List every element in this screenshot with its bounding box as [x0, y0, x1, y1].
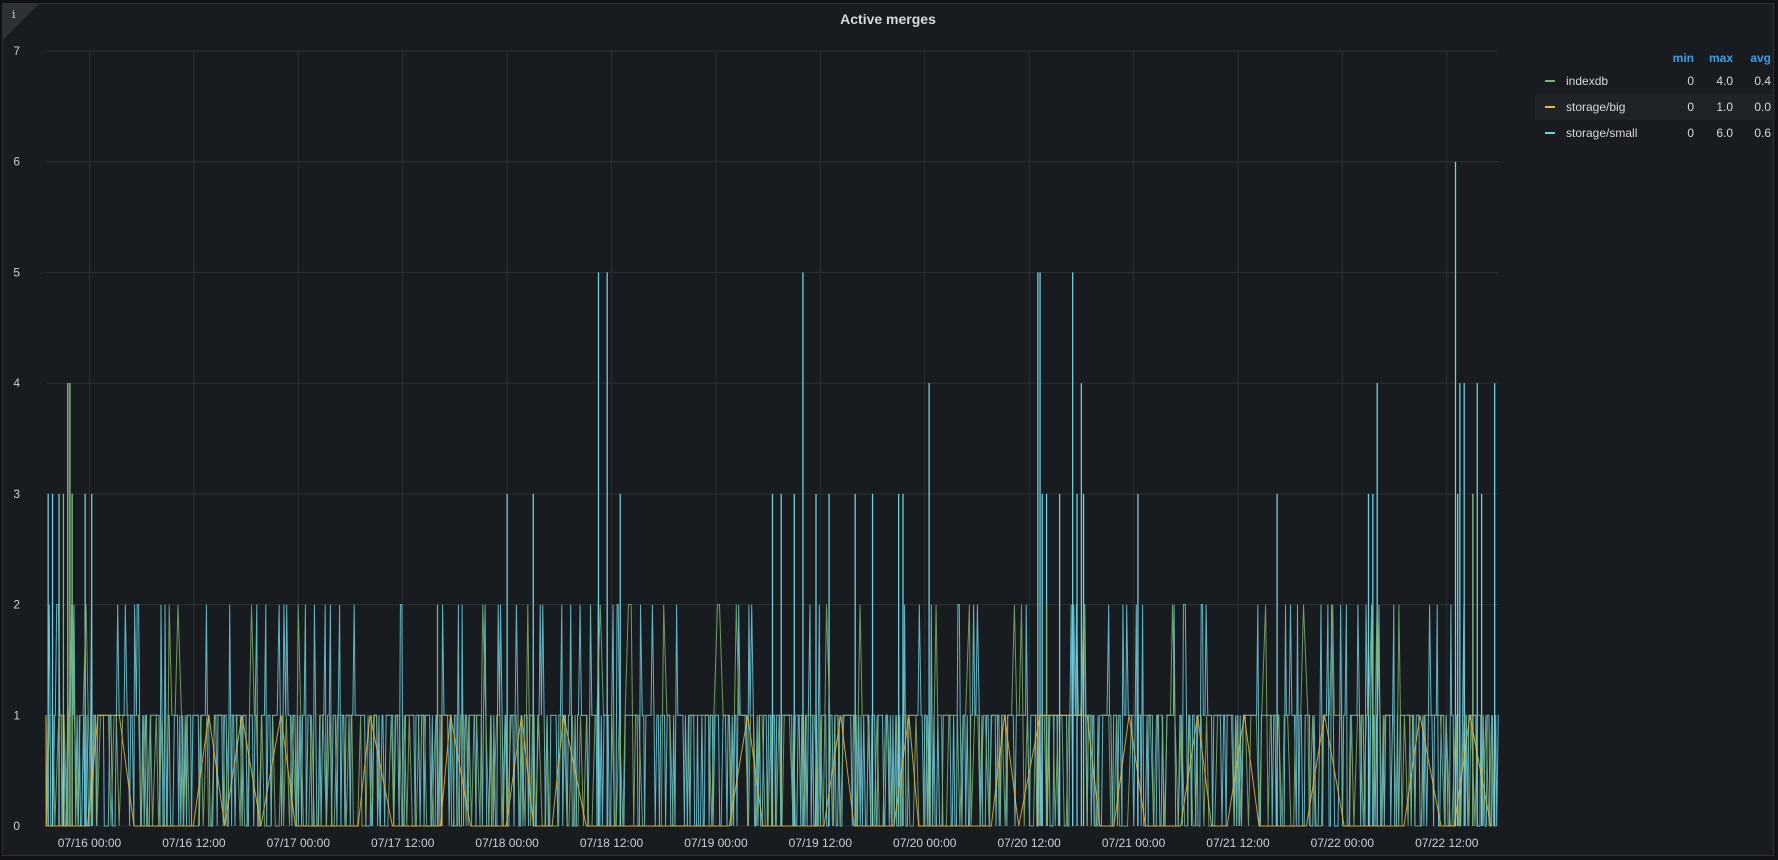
legend-table: min max avg indexdb 0 4.0 0.4 storage/bi… [1535, 48, 1775, 146]
legend-item-storage-big[interactable]: storage/big 0 1.0 0.0 [1535, 94, 1775, 120]
legend-max-value: 6.0 [1716, 126, 1733, 140]
y-tick-label: 7 [13, 44, 20, 58]
legend-header-avg[interactable]: avg [1731, 51, 1771, 65]
x-tick-label: 07/17 12:00 [371, 836, 435, 850]
legend-avg-value: 0.4 [1754, 74, 1771, 88]
y-tick-label: 1 [13, 708, 20, 722]
x-tick-label: 07/19 00:00 [684, 836, 748, 850]
legend-avg-value: 0.6 [1754, 126, 1771, 140]
x-tick-label: 07/22 12:00 [1415, 836, 1479, 850]
legend-swatch-storage-small[interactable] [1545, 132, 1555, 134]
x-axis: 07/16 00:00 07/16 12:00 07/17 00:00 07/17 1… [58, 836, 1479, 850]
x-tick-label: 07/16 12:00 [162, 836, 226, 850]
x-tick-label: 07/19 12:00 [789, 836, 853, 850]
legend-series-name[interactable]: storage/small [1566, 126, 1637, 140]
legend-max-value: 4.0 [1716, 74, 1733, 88]
legend-item-storage-small[interactable]: storage/small 0 6.0 0.6 [1535, 120, 1775, 146]
x-tick-label: 07/22 00:00 [1311, 836, 1375, 850]
y-tick-label: 6 [13, 155, 20, 169]
legend-header-min[interactable]: min [1654, 51, 1694, 65]
legend-header: min max avg [1535, 48, 1775, 68]
legend-min-value: 0 [1687, 100, 1694, 114]
x-tick-label: 07/20 12:00 [997, 836, 1061, 850]
y-tick-label: 4 [13, 376, 20, 390]
legend-max-value: 1.0 [1716, 100, 1733, 114]
legend-min-value: 0 [1687, 74, 1694, 88]
x-tick-label: 07/20 00:00 [893, 836, 957, 850]
y-axis: 0 1 2 3 4 5 6 7 [13, 44, 20, 833]
legend-item-indexdb[interactable]: indexdb 0 4.0 0.4 [1535, 68, 1775, 94]
y-tick-label: 3 [13, 487, 20, 501]
y-tick-label: 2 [13, 598, 20, 612]
legend-series-name[interactable]: storage/big [1566, 100, 1625, 114]
x-tick-label: 07/16 00:00 [58, 836, 122, 850]
x-tick-label: 07/21 12:00 [1206, 836, 1270, 850]
x-tick-label: 07/21 00:00 [1102, 836, 1166, 850]
legend-series-name[interactable]: indexdb [1566, 74, 1608, 88]
y-tick-label: 5 [13, 265, 20, 279]
y-tick-label: 0 [13, 819, 20, 833]
legend-min-value: 0 [1687, 126, 1694, 140]
x-tick-label: 07/17 00:00 [267, 836, 331, 850]
x-tick-label: 07/18 00:00 [475, 836, 539, 850]
legend-header-max[interactable]: max [1693, 51, 1733, 65]
graph-panel: i Active merges 01234567 07/16 00:00 07/1… [2, 3, 1775, 857]
chart-plot-area[interactable]: 0 1 2 3 4 5 6 7 07/16 00:00 07/16 12:00 07/17 00:… [3, 4, 1503, 857]
legend-swatch-indexdb[interactable] [1545, 80, 1555, 82]
x-tick-label: 07/18 12:00 [580, 836, 644, 850]
legend-avg-value: 0.0 [1754, 100, 1771, 114]
legend-swatch-storage-big[interactable] [1545, 106, 1555, 108]
